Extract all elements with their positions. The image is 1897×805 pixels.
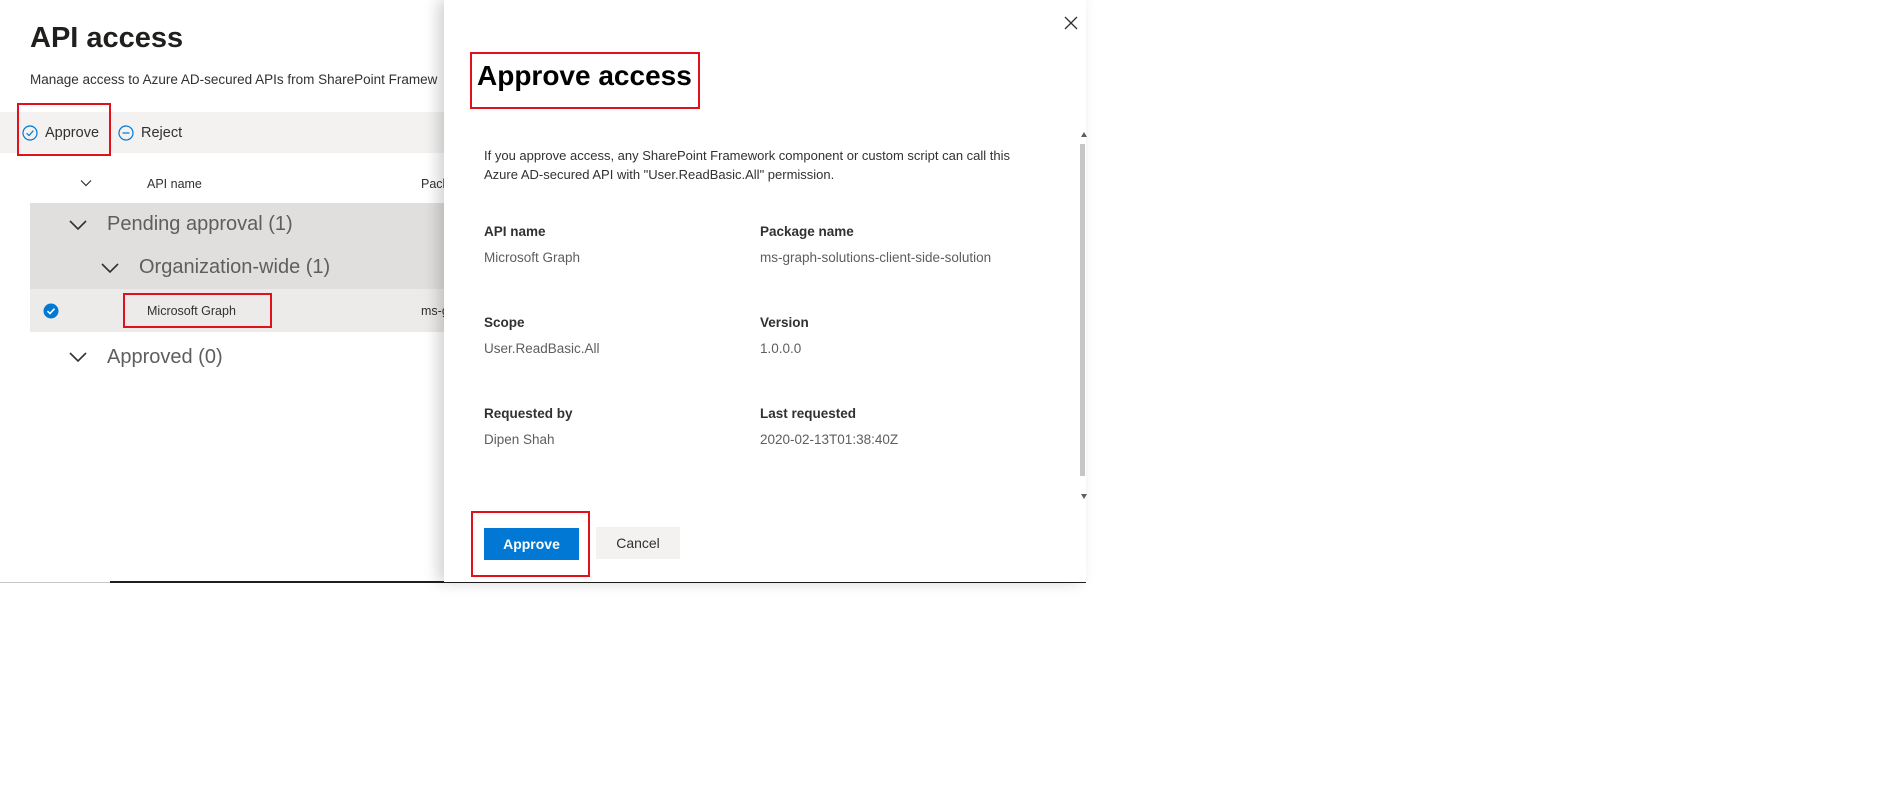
chevron-down-icon[interactable] [68,216,88,234]
page-title: API access [30,22,184,54]
field-value-requested-by: Dipen Shah [484,432,555,447]
reject-command-label: Reject [141,124,183,141]
group-label-approved: Approved (0) [107,346,223,368]
close-icon [1064,16,1078,30]
checkmark-selected-icon[interactable] [43,303,59,319]
scrollbar-thumb[interactable] [1080,144,1085,476]
group-header-pending[interactable]: Pending approval (1) [30,203,450,246]
field-value-last-requested: 2020-02-13T01:38:40Z [760,432,899,447]
field-label-version: Version [760,315,809,330]
annotation-approve-command [17,103,111,156]
group-label-organization-wide: Organization-wide (1) [139,256,331,278]
panel-description: If you approve access, any SharePoint Fr… [484,148,1011,182]
reject-command-button[interactable]: Reject [118,112,182,153]
field-value-scope: User.ReadBasic.All [484,341,600,356]
field-label-scope: Scope [484,315,525,330]
field-label-package-name: Package name [760,224,854,239]
page-description: Manage access to Azure AD-secured APIs f… [30,72,438,87]
field-value-package-name: ms-graph-solutions-client-side-solution [760,250,992,265]
scroll-up-icon[interactable] [1081,132,1087,137]
close-button[interactable] [1060,12,1082,34]
field-value-version: 1.0.0.0 [760,341,802,356]
annotation-approve-button [471,511,590,577]
minus-circle-icon [118,124,134,141]
column-header-row [0,172,450,202]
annotation-row-api-name [123,293,272,328]
field-label-last-requested: Last requested [760,406,857,421]
divider [0,582,110,583]
field-label-api-name: API name [484,224,546,239]
column-header-api-name[interactable]: API name [147,177,202,191]
cancel-button[interactable]: Cancel [596,527,680,559]
chevron-down-icon[interactable] [100,259,120,277]
annotation-panel-title [470,52,700,109]
scroll-down-icon[interactable] [1081,494,1087,499]
chevron-down-icon[interactable] [68,348,88,366]
field-value-api-name: Microsoft Graph [484,250,581,265]
group-header-approved[interactable]: Approved (0) [30,335,450,378]
chevron-down-icon[interactable] [78,175,94,191]
field-label-requested-by: Requested by [484,406,573,421]
group-label-pending: Pending approval (1) [107,213,293,235]
group-header-organization-wide[interactable]: Organization-wide (1) [30,246,450,289]
